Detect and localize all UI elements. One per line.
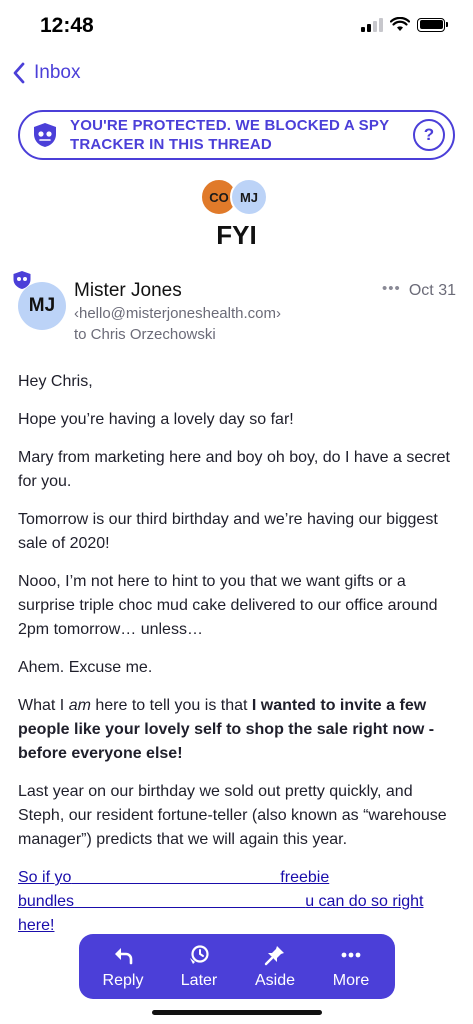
clock-icon	[190, 944, 209, 964]
status-bar: 12:48	[0, 0, 473, 52]
message-body: Hey Chris, Hope you’re having a lovely d…	[18, 370, 458, 952]
thread-participants: CO MJ	[200, 178, 272, 216]
avatar: MJ	[230, 178, 268, 216]
cellular-signal-icon	[361, 17, 383, 32]
help-button[interactable]: ?	[413, 119, 445, 151]
body-paragraph: Hey Chris,	[18, 373, 93, 390]
more-button[interactable]: More	[316, 944, 386, 990]
reply-label: Reply	[102, 971, 144, 989]
aside-label: Aside	[254, 971, 296, 989]
more-icon	[341, 952, 361, 957]
aside-button[interactable]: Aside	[240, 944, 310, 990]
thread-subject: FYI	[216, 220, 257, 250]
body-link[interactable]: So if yo freebie bundles u can do so rig…	[18, 866, 458, 938]
sender-name: Mister Jones	[74, 280, 182, 301]
later-button[interactable]: Later	[164, 944, 234, 990]
more-label: More	[332, 971, 370, 989]
body-text-run: What I	[18, 697, 69, 714]
message-more-icon[interactable]: •••	[382, 280, 401, 297]
status-time: 12:48	[40, 14, 94, 37]
body-paragraph: Ahem. Excuse me.	[18, 659, 153, 676]
body-paragraph: Tomorrow is our third birthday and we’re…	[18, 511, 438, 552]
body-paragraph: Last year on our birthday we sold out pr…	[18, 783, 447, 848]
status-icons	[361, 17, 448, 32]
message-action-bar: Reply Later Aside More	[79, 934, 395, 999]
body-text-run: here to tell you is that	[90, 697, 252, 714]
banner-text: YOU'RE PROTECTED. WE BLOCKED A SPY TRACK…	[70, 117, 390, 153]
wifi-icon	[390, 17, 410, 31]
shield-icon	[34, 123, 56, 147]
reply-icon	[115, 947, 133, 964]
recipient-line: to Chris Orzechowski	[74, 326, 216, 343]
body-paragraph: Nooo, I’m not here to hint to you that w…	[18, 573, 438, 638]
message-date: Oct 31	[408, 282, 456, 299]
body-emphasis: am	[68, 697, 91, 714]
body-paragraph: What I am here to tell you is that I wan…	[18, 694, 458, 766]
chevron-left-icon	[13, 62, 25, 84]
home-indicator[interactable]	[152, 1010, 322, 1015]
message-header: MJ Mister Jones ‹hello@misterjoneshealth…	[13, 270, 458, 350]
back-label: Inbox	[34, 62, 81, 83]
pin-icon	[264, 945, 284, 965]
reply-button[interactable]: Reply	[88, 944, 158, 990]
sender-email[interactable]: ‹hello@misterjoneshealth.com›	[74, 305, 281, 322]
back-to-inbox-button[interactable]: Inbox	[12, 62, 80, 84]
battery-icon	[417, 17, 448, 32]
shield-icon	[13, 271, 31, 289]
body-paragraph: Mary from marketing here and boy oh boy,…	[18, 449, 450, 490]
later-label: Later	[180, 971, 218, 989]
body-paragraph: Hope you’re having a lovely day so far!	[18, 411, 294, 428]
tracker-blocked-banner[interactable]: YOU'RE PROTECTED. WE BLOCKED A SPY TRACK…	[18, 110, 455, 160]
